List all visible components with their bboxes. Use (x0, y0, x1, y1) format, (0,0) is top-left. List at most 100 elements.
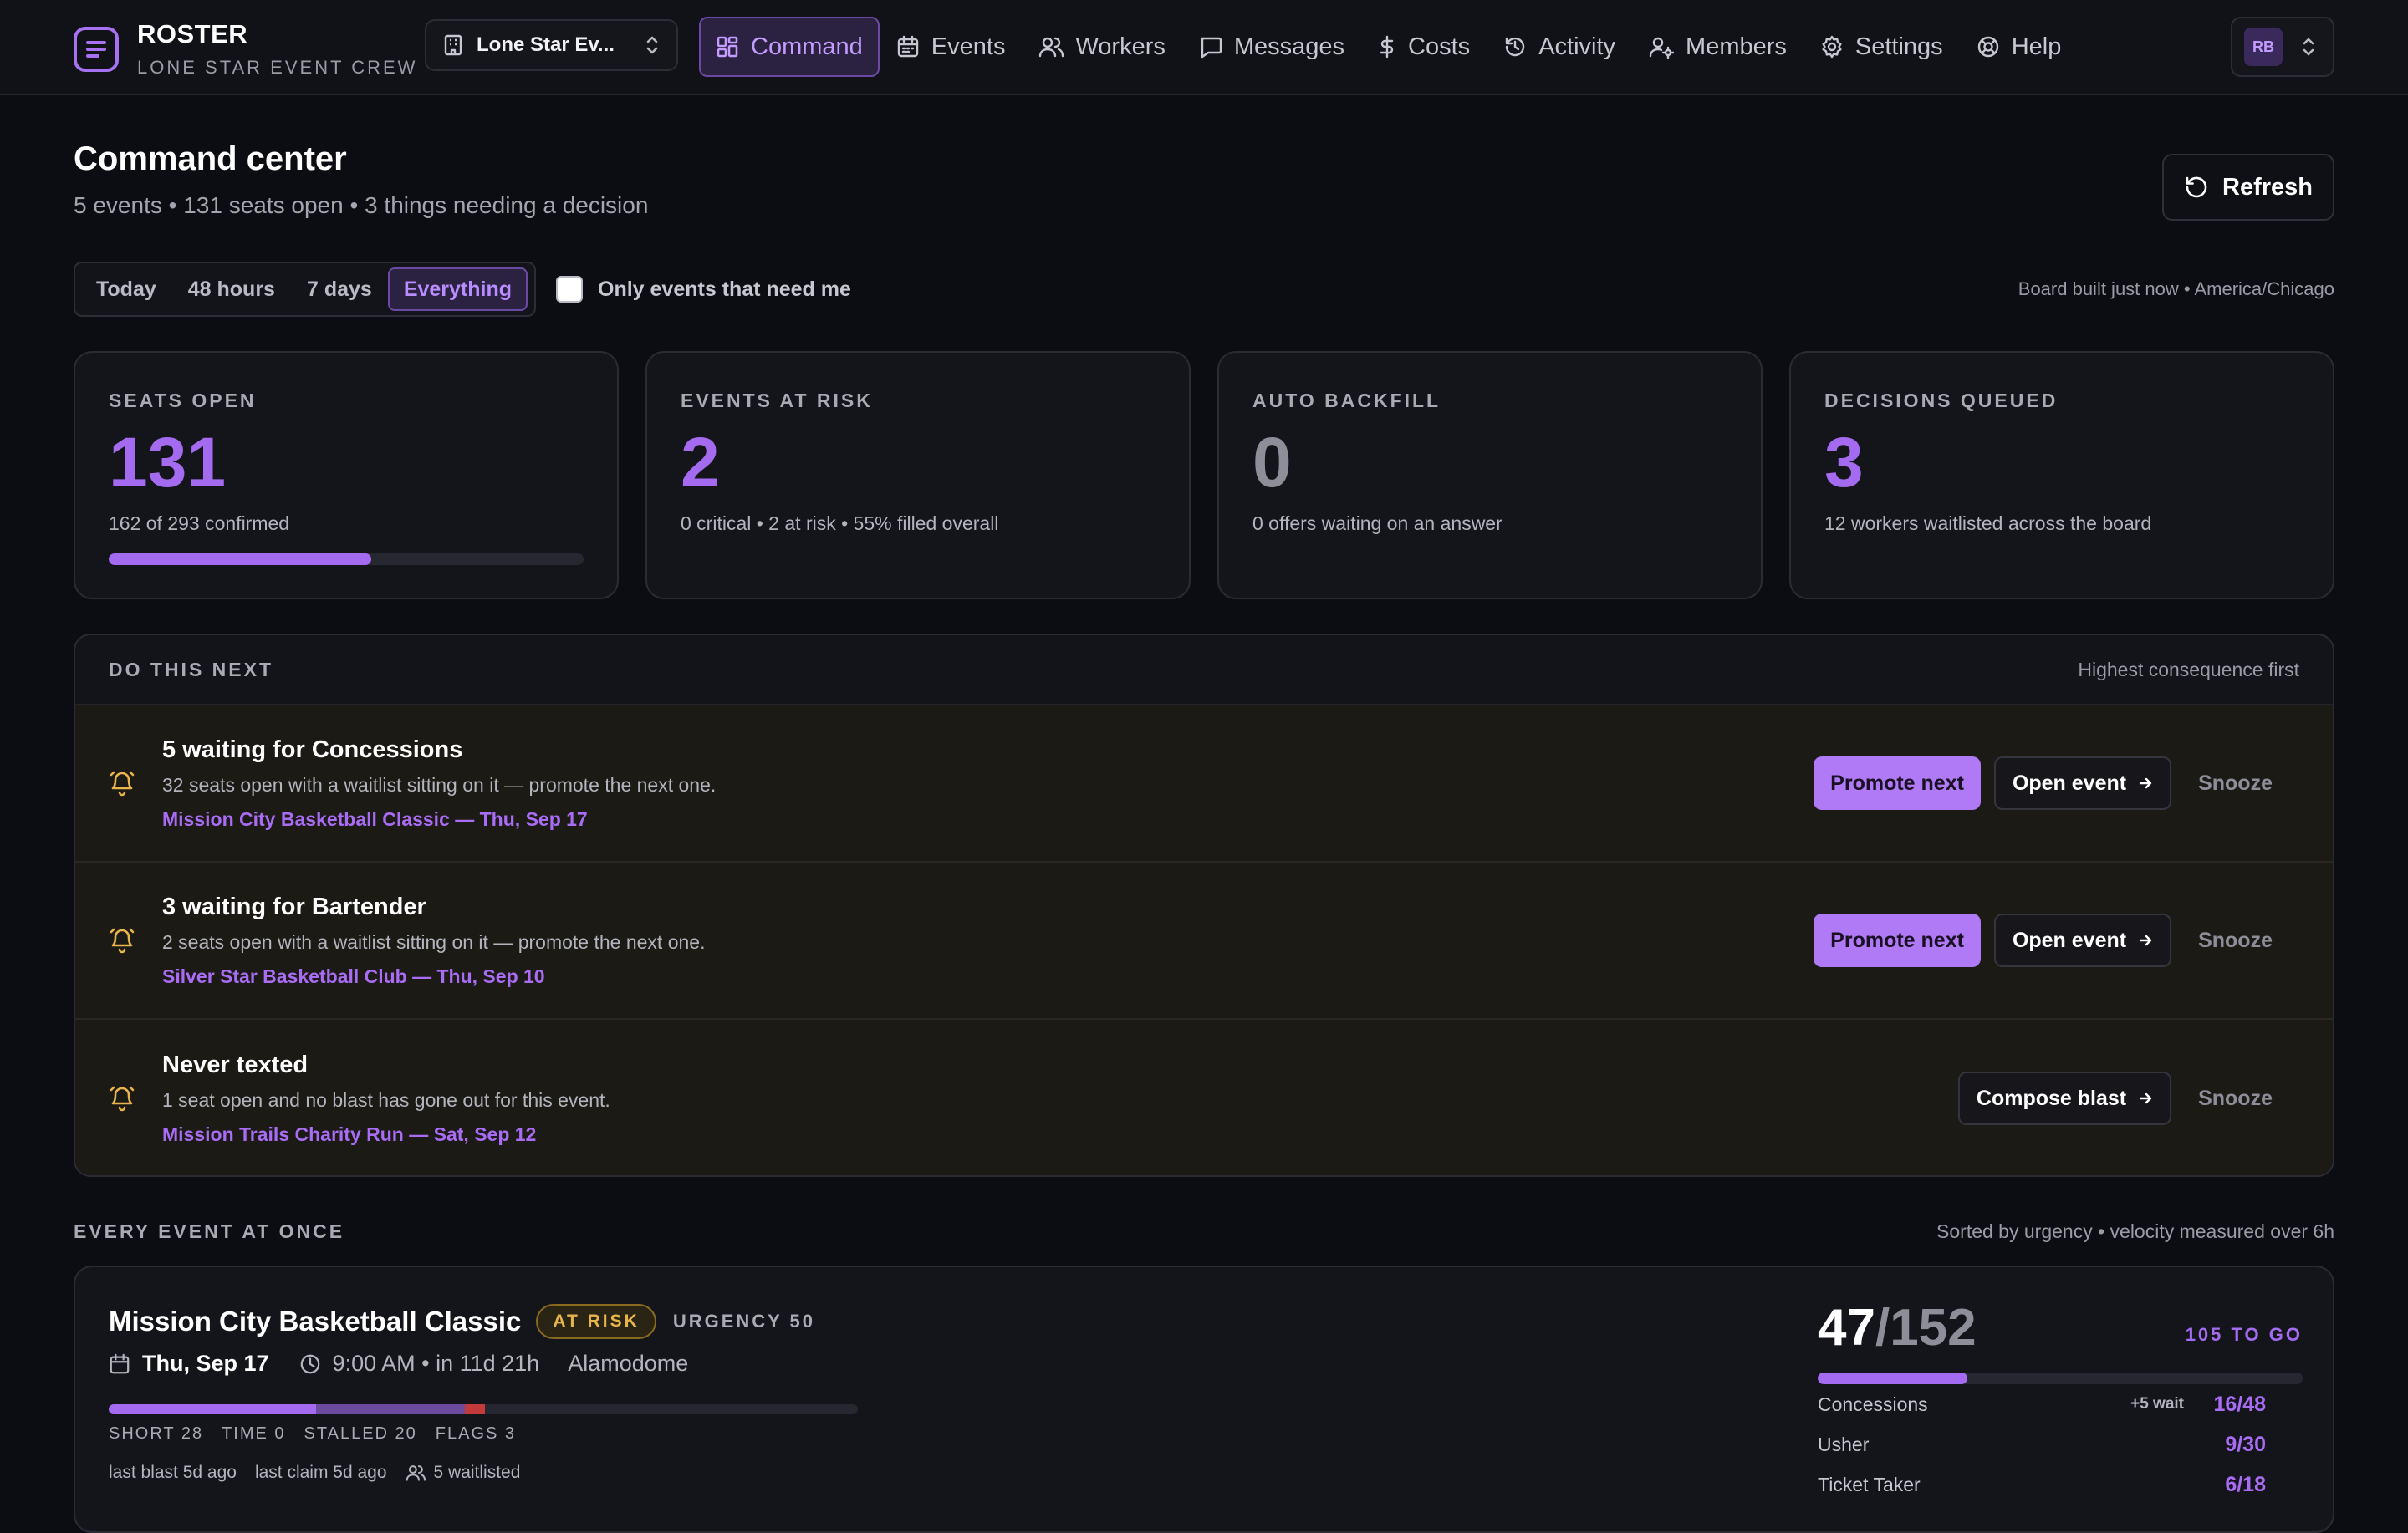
stat-label: SEATS OPEN (109, 390, 257, 411)
nav-settings[interactable]: Settings (1803, 17, 1960, 77)
do-this-next-panel: DO THIS NEXT Highest consequence first 5… (74, 634, 2334, 1177)
only-need-me-toggle[interactable]: Only events that need me (556, 276, 851, 303)
user-menu[interactable]: RB (2231, 17, 2334, 77)
nav-costs[interactable]: Costs (1361, 17, 1487, 77)
stat-value: 131 (109, 423, 227, 502)
nav-label: Workers (1075, 33, 1166, 60)
role-waitlist: +5 wait (2130, 1395, 2184, 1413)
bell-icon (109, 926, 139, 955)
event-link[interactable]: Mission City Basketball Classic — Thu, S… (162, 808, 1814, 831)
decision-title: Never texted (162, 1051, 309, 1078)
urgency-breakdown-bar (109, 1404, 858, 1414)
status-badge: AT RISK (536, 1304, 656, 1339)
event-link[interactable]: Mission Trails Charity Run — Sat, Sep 12 (162, 1123, 1958, 1146)
stat-detail: 12 workers waitlisted across the board (1824, 512, 2152, 534)
arrow-right-icon (2138, 933, 2153, 948)
stat-auto-backfill: AUTO BACKFILL 0 0 offers waiting on an a… (1217, 351, 1763, 599)
last-claim: last claim 5d ago (254, 1463, 387, 1482)
tally-stalled: STALLED 20 (304, 1424, 417, 1443)
chevron-updown-icon (645, 34, 660, 56)
urgency-tallies: SHORT 28 TIME 0 STALLED 20 FLAGS 3 (109, 1424, 534, 1444)
decision-description: 2 seats open with a waitlist sitting on … (162, 930, 706, 953)
nav-label: Settings (1854, 33, 1943, 60)
tally-short: SHORT 28 (109, 1424, 204, 1443)
org-name: Lone Star Ev... (477, 33, 615, 56)
stat-value: 3 (1824, 423, 1864, 502)
nav-events[interactable]: Events (880, 17, 1023, 77)
open-event-button[interactable]: Open event (1993, 914, 2172, 967)
org-selector[interactable]: Lone Star Ev... (425, 19, 678, 71)
open-event-button[interactable]: Open event (1993, 756, 2172, 810)
role-name: Ticket Taker (1818, 1473, 1921, 1495)
nav-label: Messages (1233, 33, 1345, 60)
only-need-me-checkbox[interactable] (556, 276, 583, 303)
event-card[interactable]: Mission City Basketball Classic AT RISK … (74, 1266, 2334, 1533)
stalled-segment (316, 1404, 465, 1414)
range-48-hours[interactable]: 48 hours (172, 267, 291, 311)
decision-item: Never texted 1 seat open and no blast ha… (75, 1020, 2333, 1175)
stat-value: 2 (681, 423, 720, 502)
snooze-button[interactable]: Snooze (2171, 1072, 2299, 1125)
snooze-button[interactable]: Snooze (2171, 756, 2299, 810)
nav-command[interactable]: Command (699, 17, 880, 77)
stat-detail: 0 critical • 2 at risk • 55% filled over… (681, 512, 999, 534)
grid-icon (716, 35, 739, 59)
refresh-button[interactable]: Refresh (2162, 154, 2334, 221)
lifebuoy-icon (1977, 35, 2000, 59)
message-icon (1199, 35, 1222, 59)
event-link[interactable]: Silver Star Basketball Club — Thu, Sep 1… (162, 965, 1814, 988)
compose-blast-button[interactable]: Compose blast (1957, 1072, 2172, 1125)
snooze-button[interactable]: Snooze (2171, 914, 2299, 967)
dollar-icon (1378, 35, 1396, 59)
user-cog-icon (1649, 35, 1675, 59)
roster-logo-icon (74, 27, 119, 72)
role-row[interactable]: Ticket Taker 6/18 (1818, 1464, 2303, 1505)
brand-title: ROSTER (137, 19, 248, 48)
event-date: Thu, Sep 17 (142, 1351, 269, 1376)
nav-help[interactable]: Help (1960, 17, 2079, 77)
users-icon (406, 1464, 426, 1482)
button-label: Open event (2012, 771, 2127, 795)
short-segment (109, 1404, 316, 1414)
page-subtitle: 5 events • 131 seats open • 3 things nee… (74, 192, 649, 218)
main-nav: Command Events Workers Messages Costs Ac… (699, 17, 2078, 77)
nav-messages[interactable]: Messages (1182, 17, 1361, 77)
promote-next-button[interactable]: Promote next (1814, 756, 1981, 810)
stat-label: DECISIONS QUEUED (1824, 390, 2059, 411)
stat-events-at-risk: EVENTS AT RISK 2 0 critical • 2 at risk … (645, 351, 1191, 599)
filled-count: 47 (1818, 1299, 1875, 1357)
range-everything[interactable]: Everything (387, 267, 528, 311)
nav-activity[interactable]: Activity (1487, 17, 1632, 77)
promote-next-button[interactable]: Promote next (1814, 914, 1981, 967)
role-row[interactable]: Concessions +5 wait 16/48 (1818, 1384, 2303, 1424)
range-7-days[interactable]: 7 days (291, 267, 388, 311)
fill-summary: 47/152 105 TO GO Concessions +5 wait 16/… (1818, 1299, 2303, 1505)
stat-decisions-queued: DECISIONS QUEUED 3 12 workers waitlisted… (1789, 351, 2334, 599)
history-icon (1503, 35, 1527, 59)
arrow-right-icon (2138, 776, 2153, 791)
refresh-label: Refresh (2222, 173, 2313, 201)
button-label: Compose blast (1976, 1086, 2127, 1110)
fill-progress-fill (1818, 1373, 1968, 1384)
seats-progress-fill (109, 553, 372, 565)
chevron-updown-icon (2301, 36, 2316, 58)
section-note: Highest consequence first (2078, 658, 2299, 680)
range-today[interactable]: Today (80, 267, 172, 311)
section-label: DO THIS NEXT (109, 658, 274, 680)
bell-icon (109, 1084, 139, 1113)
event-title[interactable]: Mission City Basketball Classic (109, 1306, 521, 1337)
nav-workers[interactable]: Workers (1022, 17, 1181, 77)
role-row[interactable]: Usher 9/30 (1818, 1424, 2303, 1464)
tally-time: TIME 0 (222, 1424, 286, 1443)
last-blast: last blast 5d ago (109, 1463, 237, 1482)
avatar: RB (2244, 28, 2283, 66)
stat-detail: 162 of 293 confirmed (109, 512, 290, 534)
page-title: Command center (74, 140, 347, 177)
gear-icon (1820, 35, 1844, 59)
seats-progress-bar (109, 553, 584, 565)
nav-members[interactable]: Members (1632, 17, 1803, 77)
nav-label: Costs (1408, 33, 1471, 60)
decision-item: 3 waiting for Bartender 2 seats open wit… (75, 863, 2333, 1020)
brand[interactable]: ROSTER LONE STAR EVENT CREW (74, 18, 417, 80)
waitlisted-count: 5 waitlisted (433, 1463, 521, 1482)
